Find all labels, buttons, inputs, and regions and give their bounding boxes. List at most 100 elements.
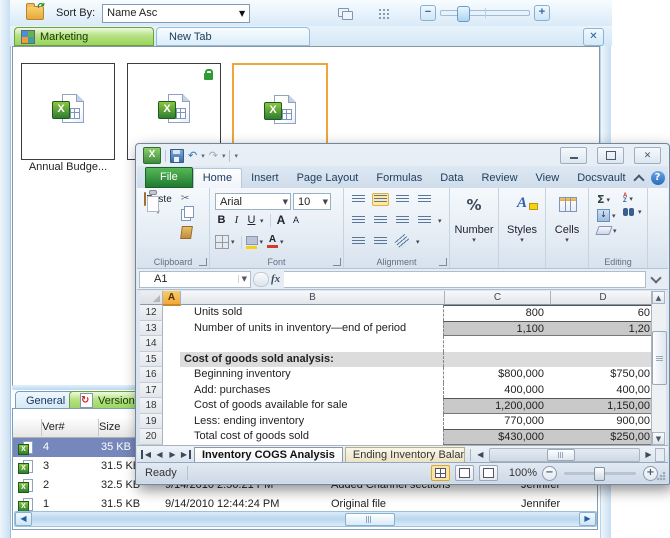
row-header-15[interactable]: 15 — [140, 352, 163, 368]
insert-function-button[interactable]: fx — [271, 273, 280, 285]
copy-icon[interactable] — [181, 209, 191, 221]
redo-dropdown-icon[interactable]: ▾ — [222, 152, 226, 160]
cell-C17[interactable]: 400,000 — [443, 383, 548, 399]
sort-order-select[interactable]: Name Asc ▼ — [102, 4, 250, 23]
name-box-dropdown-icon[interactable]: ▼ — [238, 275, 250, 283]
scroll-up-icon[interactable]: ▲ — [652, 291, 665, 304]
borders-icon[interactable] — [215, 235, 229, 249]
underline-dropdown-icon[interactable]: ▾ — [260, 217, 266, 225]
page-break-view-button[interactable] — [479, 465, 498, 481]
cell-A13[interactable] — [163, 321, 180, 337]
merge-dropdown-icon[interactable]: ▾ — [438, 217, 444, 225]
tab-scroll-right-icon[interactable]: ▶ — [642, 450, 655, 459]
zoom-slider-track[interactable] — [440, 10, 530, 16]
merge-center-button[interactable] — [416, 214, 433, 227]
format-painter-icon[interactable] — [180, 226, 193, 239]
cell-D14[interactable] — [548, 336, 652, 352]
zoom-level[interactable]: 100% — [509, 467, 537, 479]
alignment-dialog-launcher-icon[interactable] — [439, 258, 447, 266]
collapse-ribbon-icon[interactable] — [633, 174, 644, 185]
maximize-button[interactable] — [597, 147, 624, 164]
help-icon[interactable]: ? — [651, 171, 665, 185]
close-button[interactable]: ✕ — [634, 147, 661, 164]
previous-sheet-icon[interactable]: ◀ — [153, 450, 166, 459]
status-zoom-track[interactable] — [564, 472, 636, 475]
column-header-c[interactable]: C — [445, 291, 551, 305]
cell-A19[interactable] — [163, 414, 180, 430]
cell-A17[interactable] — [163, 383, 180, 399]
status-zoom-out-button[interactable]: − — [542, 466, 557, 481]
orientation-button[interactable] — [394, 235, 411, 248]
align-right-button[interactable] — [394, 214, 411, 227]
cell-B15[interactable]: Cost of goods sold analysis: — [180, 352, 443, 368]
first-sheet-icon[interactable]: ◀ — [141, 450, 153, 459]
zoom-in-button[interactable]: + — [534, 5, 550, 21]
wrap-text-button[interactable] — [416, 193, 433, 206]
tab-new-tab[interactable]: New Tab — [156, 27, 310, 46]
hscroll-thumb[interactable] — [345, 513, 395, 526]
row-header-20[interactable]: 20 — [140, 429, 163, 445]
last-sheet-icon[interactable]: ▶ — [179, 450, 191, 459]
minimize-button[interactable] — [560, 147, 587, 164]
zoom-slider-handle[interactable] — [457, 6, 470, 22]
row-header-13[interactable]: 13 — [140, 321, 163, 337]
bold-button[interactable]: B — [215, 214, 228, 227]
cell-C16[interactable]: $800,000 — [443, 367, 548, 383]
ribbon-tab-review[interactable]: Review — [472, 169, 526, 188]
cell-styles-icon[interactable]: A — [499, 195, 545, 212]
font-dialog-launcher-icon[interactable] — [333, 258, 341, 266]
cell-D17[interactable]: 400,00 — [548, 383, 652, 399]
cell-B12[interactable]: Units sold — [180, 305, 443, 321]
cell-B13[interactable]: Number of units in inventory—end of peri… — [180, 321, 443, 337]
cell-A14[interactable] — [163, 336, 180, 352]
styles-menu-button[interactable]: Styles ▾ — [499, 224, 545, 244]
shrink-font-button[interactable]: A — [290, 214, 303, 227]
ribbon-tab-data[interactable]: Data — [431, 169, 472, 188]
column-header-ver[interactable]: Ver# — [38, 419, 99, 436]
cell-D13[interactable]: 1,20 — [548, 321, 652, 337]
row-header-18[interactable]: 18 — [140, 398, 163, 414]
status-zoom-handle[interactable] — [594, 467, 605, 481]
cell-C19[interactable]: 770,000 — [443, 414, 548, 430]
undo-icon[interactable]: ↶ — [188, 150, 197, 161]
excel-app-icon[interactable]: X — [143, 147, 161, 164]
row-header-19[interactable]: 19 — [140, 414, 163, 430]
sort-filter-button[interactable]: AZ▾ — [623, 194, 644, 204]
cell-C14[interactable] — [443, 336, 548, 352]
row-header-14[interactable]: 14 — [140, 336, 163, 352]
cell-A16[interactable] — [163, 367, 180, 383]
cell-A18[interactable] — [163, 398, 180, 414]
column-header-b[interactable]: B — [181, 291, 445, 305]
cell-B17[interactable]: Add: purchases — [180, 383, 443, 399]
sheet-hscrollbar[interactable] — [489, 448, 640, 462]
ribbon-tab-formulas[interactable]: Formulas — [367, 169, 431, 188]
cell-B19[interactable]: Less: ending inventory — [180, 414, 443, 430]
cell-A15[interactable] — [163, 352, 180, 368]
row-header-17[interactable]: 17 — [140, 383, 163, 399]
cell-D16[interactable]: $750,00 — [548, 367, 652, 383]
file-thumbnail-annual-budget[interactable]: X — [21, 63, 115, 160]
column-header-a[interactable]: A — [163, 291, 181, 306]
cells-icon[interactable] — [559, 197, 577, 212]
row-header-12[interactable]: 12 — [140, 305, 163, 321]
align-center-button[interactable] — [372, 214, 389, 227]
ribbon-tab-home[interactable]: Home — [193, 168, 242, 188]
undo-dropdown-icon[interactable]: ▾ — [201, 152, 205, 160]
scroll-left-icon[interactable]: ◀ — [15, 512, 32, 526]
cascade-view-icon[interactable] — [338, 8, 352, 19]
expand-formula-bar-icon[interactable] — [650, 272, 661, 283]
fill-button[interactable]: ↓▾ — [597, 209, 619, 222]
sheet-tab-inventory-cogs-analysis[interactable]: Inventory COGS Analysis — [194, 447, 343, 463]
decrease-indent-button[interactable] — [350, 235, 367, 248]
font-size-select[interactable]: 10 ▼ — [293, 193, 331, 210]
ribbon-tab-insert[interactable]: Insert — [242, 169, 288, 188]
cell-B20[interactable]: Total cost of goods sold — [180, 429, 443, 445]
clipboard-dialog-launcher-icon[interactable] — [199, 258, 207, 266]
tab-marketing[interactable]: Marketing — [14, 27, 154, 46]
thumbnail-view-icon[interactable] — [378, 8, 390, 19]
column-header-d[interactable]: D — [551, 291, 656, 305]
clear-button[interactable]: ▾ — [597, 226, 619, 235]
increase-indent-button[interactable] — [372, 235, 389, 248]
next-sheet-icon[interactable]: ▶ — [166, 450, 179, 459]
ribbon-tab-page-layout[interactable]: Page Layout — [288, 169, 368, 188]
